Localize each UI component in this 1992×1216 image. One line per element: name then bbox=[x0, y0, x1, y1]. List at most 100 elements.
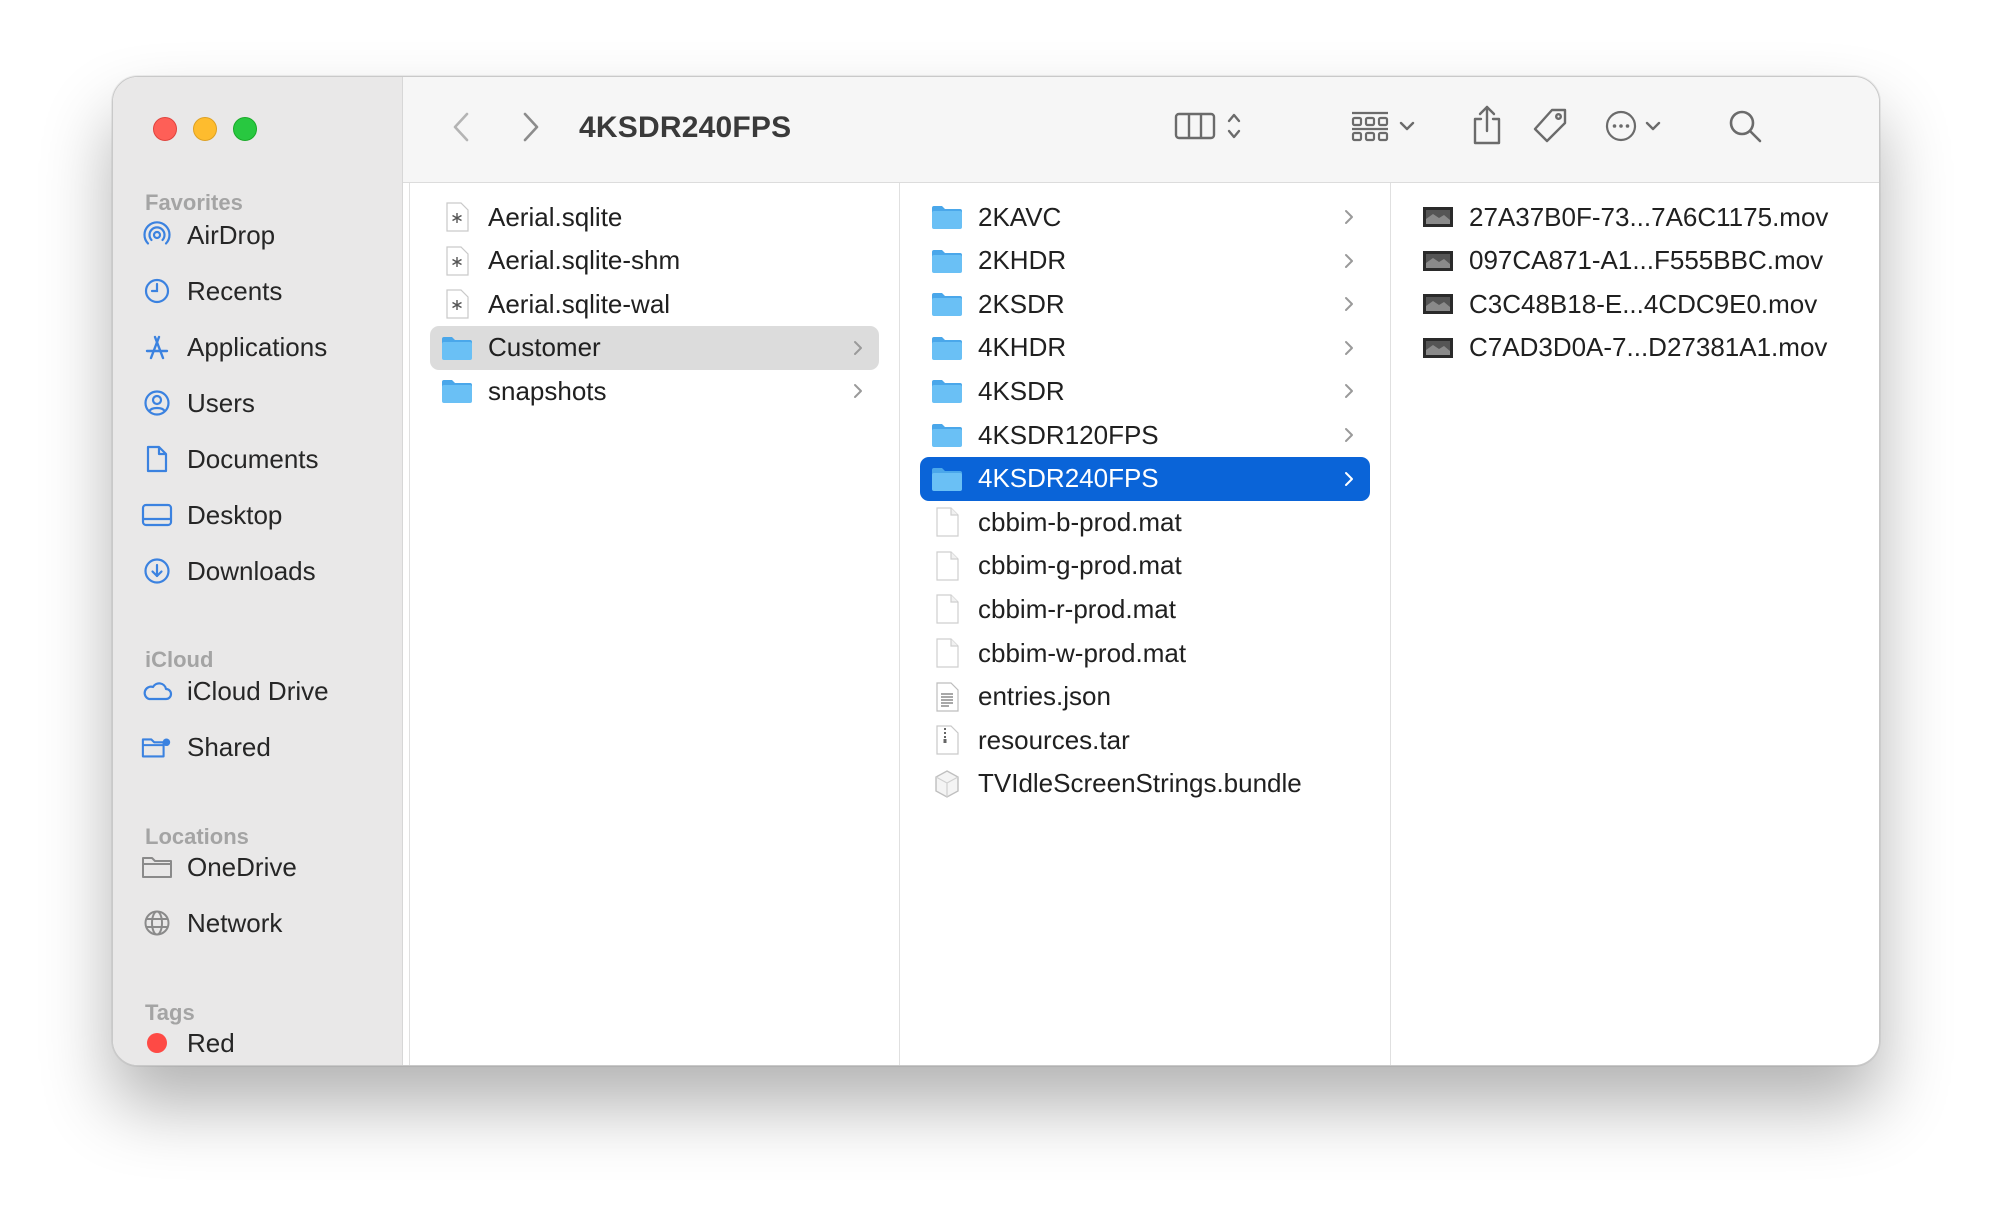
sidebar-item-icloud-drive[interactable]: iCloud Drive bbox=[141, 671, 391, 711]
file-name: 4KSDR120FPS bbox=[978, 419, 1159, 450]
file-name: cbbim-r-prod.mat bbox=[978, 593, 1176, 624]
file-row[interactable]: cbbim-b-prod.mat bbox=[920, 500, 1370, 544]
sidebar-item-label: Documents bbox=[187, 443, 319, 474]
minimize-button[interactable] bbox=[193, 117, 217, 141]
file-row[interactable]: cbbim-r-prod.mat bbox=[920, 587, 1370, 631]
chevron-right-icon bbox=[851, 338, 865, 358]
file-name: 2KAVC bbox=[978, 201, 1062, 232]
folder-icon bbox=[930, 246, 964, 276]
chevron-right-icon bbox=[1342, 425, 1356, 445]
file-name: Customer bbox=[488, 332, 601, 363]
sidebar-item-network[interactable]: Network bbox=[141, 903, 391, 943]
file-row[interactable]: 4KSDR120FPS bbox=[920, 413, 1370, 457]
icloud-section-title: iCloud bbox=[145, 647, 214, 672]
globe-icon bbox=[141, 907, 173, 939]
file-row[interactable]: snapshots bbox=[430, 369, 879, 413]
file-row[interactable]: C7AD3D0A-7...D27381A1.mov bbox=[1411, 326, 1859, 370]
sidebar-item-desktop[interactable]: Desktop bbox=[141, 495, 391, 535]
sidebar-item-airdrop[interactable]: AirDrop bbox=[141, 215, 391, 255]
file-icon bbox=[930, 551, 964, 581]
file-row[interactable]: Aerial.sqlite bbox=[430, 195, 879, 239]
cloud-icon bbox=[141, 675, 173, 707]
file-row[interactable]: Customer bbox=[430, 325, 879, 370]
column-2: 2KAVC 2KHDR 2KSDR 4KHDR 4KSDR 4KSDR120FPS 4KSD… bbox=[899, 183, 1390, 1065]
file-row[interactable]: entries.json bbox=[920, 675, 1370, 719]
applications-icon bbox=[141, 331, 173, 363]
favorites-section-title: Favorites bbox=[145, 190, 243, 215]
movie-thumbnail bbox=[1421, 246, 1455, 276]
file-name: 4KSDR240FPS bbox=[978, 463, 1159, 494]
file-row[interactable]: 097CA871-A1...F555BBC.mov bbox=[1411, 239, 1859, 283]
folder-icon bbox=[141, 851, 173, 883]
group-button[interactable] bbox=[1338, 103, 1428, 153]
forward-button[interactable] bbox=[513, 107, 549, 151]
chevron-left-icon bbox=[452, 111, 470, 148]
file-row[interactable]: cbbim-g-prod.mat bbox=[920, 544, 1370, 588]
file-row[interactable]: 4KHDR bbox=[920, 326, 1370, 370]
zoom-button[interactable] bbox=[233, 117, 257, 141]
sidebar-item-label: Applications bbox=[187, 331, 328, 362]
column-3: 27A37B0F-73...7A6C1175.mov 097CA871-A1...… bbox=[1390, 183, 1879, 1065]
file-name: Aerial.sqlite-shm bbox=[488, 245, 681, 276]
search-icon bbox=[1727, 108, 1763, 149]
group-icon bbox=[1350, 109, 1390, 148]
file-row[interactable]: Aerial.sqlite-shm bbox=[430, 239, 879, 283]
sidebar-item-shared[interactable]: Shared bbox=[141, 727, 391, 767]
chevron-right-icon bbox=[851, 381, 865, 401]
sidebar-item-recents[interactable]: Recents bbox=[141, 271, 391, 311]
clock-icon bbox=[141, 275, 173, 307]
file-name: cbbim-b-prod.mat bbox=[978, 506, 1182, 537]
sidebar-item-onedrive[interactable]: OneDrive bbox=[141, 847, 391, 887]
view-options-button[interactable] bbox=[1163, 103, 1253, 153]
file-row[interactable]: TVIdleScreenStrings.bundle bbox=[920, 762, 1370, 806]
file-icon bbox=[930, 594, 964, 624]
chevron-right-icon bbox=[1342, 381, 1356, 401]
movie-thumbnail bbox=[1421, 289, 1455, 319]
more-actions-button[interactable] bbox=[1598, 103, 1668, 153]
file-row[interactable]: resources.tar bbox=[920, 718, 1370, 762]
file-name: C3C48B18-E...4CDC9E0.mov bbox=[1469, 288, 1818, 319]
sidebar-item-tag-red[interactable]: Red bbox=[141, 1023, 391, 1063]
close-button[interactable] bbox=[153, 117, 177, 141]
folder-icon bbox=[930, 202, 964, 232]
sidebar-item-label: OneDrive bbox=[187, 851, 297, 882]
file-name: 27A37B0F-73...7A6C1175.mov bbox=[1469, 201, 1829, 232]
file-name: resources.tar bbox=[978, 724, 1130, 755]
chevron-right-icon bbox=[1342, 338, 1356, 358]
file-row[interactable]: 2KSDR bbox=[920, 282, 1370, 326]
chevron-updown-icon bbox=[1226, 110, 1242, 147]
file-row[interactable]: 4KSDR bbox=[920, 369, 1370, 413]
user-icon bbox=[141, 387, 173, 419]
share-icon bbox=[1470, 104, 1504, 151]
finder-window: Favorites AirDrop Recents Applications U… bbox=[112, 76, 1880, 1066]
tag-button[interactable] bbox=[1527, 103, 1573, 153]
movie-thumbnail bbox=[1421, 202, 1455, 232]
sidebar-item-label: Recents bbox=[187, 275, 283, 306]
chevron-down-icon bbox=[1398, 119, 1416, 137]
chevron-right-icon bbox=[1342, 207, 1356, 227]
window-title: 4KSDR240FPS bbox=[579, 111, 792, 144]
back-button[interactable] bbox=[443, 107, 479, 151]
file-row[interactable]: cbbim-w-prod.mat bbox=[920, 631, 1370, 675]
ellipsis-icon bbox=[1604, 109, 1638, 148]
file-row[interactable]: 2KHDR bbox=[920, 239, 1370, 283]
folder-icon bbox=[930, 289, 964, 319]
sidebar-item-downloads[interactable]: Downloads bbox=[141, 551, 391, 591]
file-name: entries.json bbox=[978, 681, 1111, 712]
file-row[interactable]: 4KSDR240FPS bbox=[920, 456, 1370, 501]
search-button[interactable] bbox=[1723, 105, 1767, 151]
file-row[interactable]: 27A37B0F-73...7A6C1175.mov bbox=[1411, 195, 1859, 239]
file-name: 2KSDR bbox=[978, 288, 1065, 319]
folder-icon bbox=[440, 333, 474, 363]
sidebar-item-documents[interactable]: Documents bbox=[141, 439, 391, 479]
file-row[interactable]: 2KAVC bbox=[920, 195, 1370, 239]
folder-icon bbox=[930, 464, 964, 494]
sidebar-item-applications[interactable]: Applications bbox=[141, 327, 391, 367]
file-row[interactable]: C3C48B18-E...4CDC9E0.mov bbox=[1411, 282, 1859, 326]
file-row[interactable]: Aerial.sqlite-wal bbox=[430, 282, 879, 326]
share-button[interactable] bbox=[1465, 99, 1509, 155]
sidebar-item-users[interactable]: Users bbox=[141, 383, 391, 423]
stage: Favorites AirDrop Recents Applications U… bbox=[0, 0, 1992, 1216]
sqlite-icon bbox=[440, 202, 474, 232]
file-icon bbox=[930, 638, 964, 668]
